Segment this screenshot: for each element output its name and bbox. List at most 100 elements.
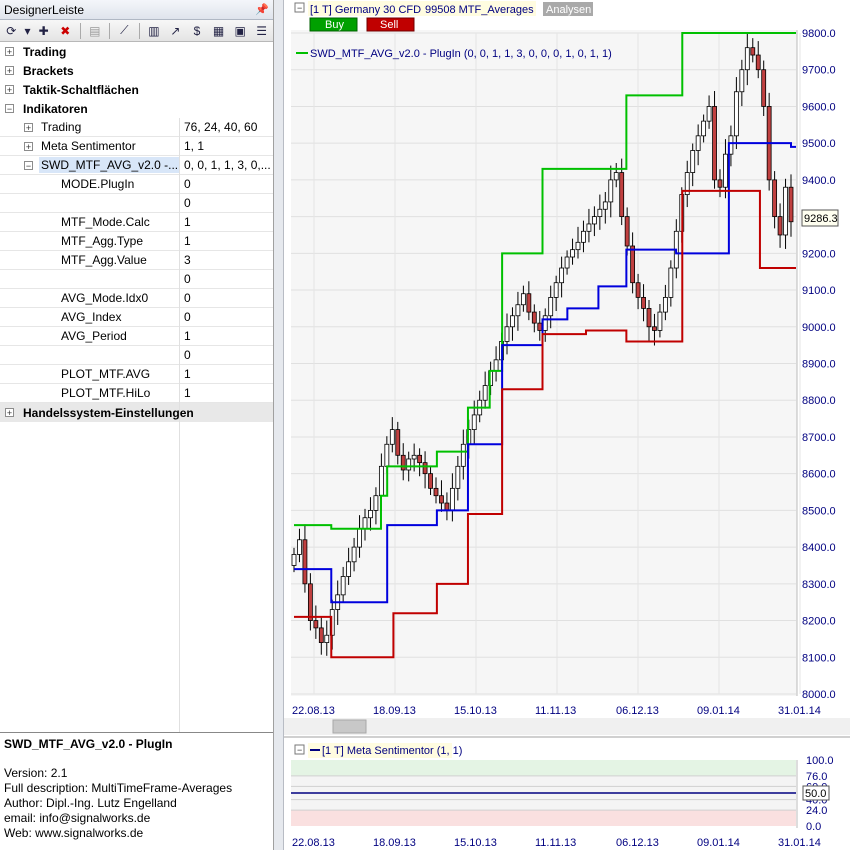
candle-body: [439, 495, 444, 504]
candle-body: [630, 245, 636, 284]
param-row[interactable]: 0: [0, 345, 273, 365]
sentiment-tick-label: 100.0: [806, 755, 834, 767]
param-row[interactable]: PLOT_MTF.HiLo 1: [0, 383, 273, 403]
category-handelssystem[interactable]: + Handelssystem-Einstellungen: [0, 403, 273, 422]
panel-titlebar: DesignerLeiste 📌: [0, 0, 273, 20]
candle-body: [389, 429, 395, 445]
param-row[interactable]: MTF_Agg.Type 1: [0, 231, 273, 251]
splitter[interactable]: [274, 0, 284, 850]
candle-body: [324, 634, 330, 643]
scrollbar-track[interactable]: [284, 718, 850, 735]
expand-icon[interactable]: +: [24, 141, 33, 151]
param-row[interactable]: 0: [0, 193, 273, 213]
param-row[interactable]: AVG_Index 0: [0, 307, 273, 327]
add-icon[interactable]: ✚: [34, 22, 53, 40]
indicator-row-swd-mtf-avg[interactable]: − SWD_MTF_AVG_v2.0 -... 0, 0, 1, 1, 3, 0,…: [0, 155, 273, 175]
candle-body: [520, 293, 526, 306]
param-row[interactable]: MTF_Mode.Calc 1: [0, 212, 273, 232]
candle-body: [449, 487, 455, 511]
candle-body: [553, 282, 559, 298]
print-icon[interactable]: ▥: [145, 22, 164, 40]
refresh-icon[interactable]: ⟳: [2, 22, 21, 40]
param-value[interactable]: 0: [180, 346, 273, 365]
dropdown-icon[interactable]: ▾: [24, 22, 32, 40]
param-value[interactable]: 1: [180, 232, 273, 251]
time-tick-label: 18.09.13: [373, 837, 416, 849]
candle-body: [351, 546, 357, 563]
price-tick-label: 8800.0: [802, 395, 836, 407]
param-value[interactable]: 0: [180, 270, 273, 289]
collapse-icon[interactable]: −: [5, 104, 14, 114]
price-tick-label: 9000.0: [802, 322, 836, 334]
time-tick-label: 15.10.13: [454, 705, 497, 717]
list-icon[interactable]: ☰: [252, 22, 271, 40]
description-line: Author: Dipl.-Ing. Lutz Engelland: [4, 796, 177, 810]
category-brackets[interactable]: + Brackets: [0, 61, 273, 80]
param-value[interactable]: 0: [180, 194, 273, 213]
candle-body: [504, 326, 510, 342]
param-row[interactable]: MODE.PlugIn 0: [0, 174, 273, 194]
param-value[interactable]: 1: [180, 213, 273, 232]
candle-body: [433, 487, 439, 497]
candle-body: [384, 443, 390, 467]
param-value[interactable]: 0: [180, 289, 273, 308]
time-tick-label: 06.12.13: [616, 837, 659, 849]
category-indikatoren[interactable]: − Indikatoren: [0, 99, 273, 118]
param-value[interactable]: 1: [180, 384, 273, 403]
toolbar-separator: [109, 22, 111, 39]
bar-chart-icon[interactable]: ▦: [209, 22, 228, 40]
param-value[interactable]: 0: [180, 175, 273, 194]
pin-icon[interactable]: 📌: [255, 3, 269, 16]
indicator-value[interactable]: 0, 0, 1, 1, 3, 0,...: [180, 156, 273, 175]
candle-body: [559, 267, 565, 284]
candle-body: [307, 583, 313, 621]
param-name: MTF_Agg.Value: [0, 250, 180, 270]
candle-body: [608, 179, 614, 203]
time-tick-label: 11.11.13: [535, 705, 576, 717]
param-name: AVG_Index: [0, 307, 180, 327]
candle-body: [302, 539, 308, 585]
delete-icon[interactable]: ✖: [56, 22, 75, 40]
param-row[interactable]: PLOT_MTF.AVG 1: [0, 364, 273, 384]
param-value[interactable]: 1: [180, 365, 273, 384]
column-divider: [179, 155, 180, 732]
candle-body: [662, 296, 668, 313]
candle-body: [586, 223, 592, 232]
param-row[interactable]: MTF_Agg.Value 3: [0, 250, 273, 270]
param-row[interactable]: 0: [0, 269, 273, 289]
indicator-row-trading[interactable]: + Trading 76, 24, 40, 60: [0, 117, 273, 137]
collapse-icon[interactable]: −: [24, 160, 33, 170]
candle-body: [619, 172, 625, 218]
indicator-row-meta-sentimentor[interactable]: + Meta Sentimentor 1, 1: [0, 136, 273, 156]
candle-body: [411, 454, 417, 460]
category-trading[interactable]: + Trading: [0, 42, 273, 61]
category-taktik[interactable]: + Taktik-Schaltflächen: [0, 80, 273, 99]
expand-icon[interactable]: +: [5, 408, 14, 418]
scrollbar-thumb[interactable]: [332, 719, 367, 734]
candle-body: [733, 91, 739, 137]
money-icon[interactable]: $: [188, 22, 207, 40]
candle-body: [695, 135, 701, 151]
expand-icon[interactable]: +: [5, 85, 14, 95]
expand-icon[interactable]: +: [5, 66, 14, 76]
table-icon[interactable]: ▣: [231, 22, 250, 40]
chart-line-icon[interactable]: ⟋: [115, 22, 134, 40]
param-name: [0, 269, 180, 289]
param-row[interactable]: AVG_Period 1: [0, 326, 273, 346]
param-row[interactable]: AVG_Mode.Idx0 0: [0, 288, 273, 308]
property-tree: + Trading + Brackets + Taktik-Schaltfläc…: [0, 42, 273, 422]
expand-icon[interactable]: +: [5, 47, 14, 57]
indicator-value[interactable]: 1, 1: [180, 137, 273, 156]
trend-icon[interactable]: ↗: [166, 22, 185, 40]
candle-body: [570, 249, 575, 258]
price-tick-label: 9800.0: [802, 28, 836, 40]
save-icon[interactable]: ▤: [85, 22, 104, 40]
indicator-value[interactable]: 76, 24, 40, 60: [180, 118, 273, 137]
param-value[interactable]: 0: [180, 308, 273, 327]
expand-icon[interactable]: +: [24, 122, 33, 132]
tab-analysen-label: Analysen: [546, 4, 591, 16]
time-tick-label: 22.08.13: [292, 705, 335, 717]
price-tick-label: 9700.0: [802, 65, 836, 77]
param-value[interactable]: 1: [180, 327, 273, 346]
param-value[interactable]: 3: [180, 251, 273, 270]
